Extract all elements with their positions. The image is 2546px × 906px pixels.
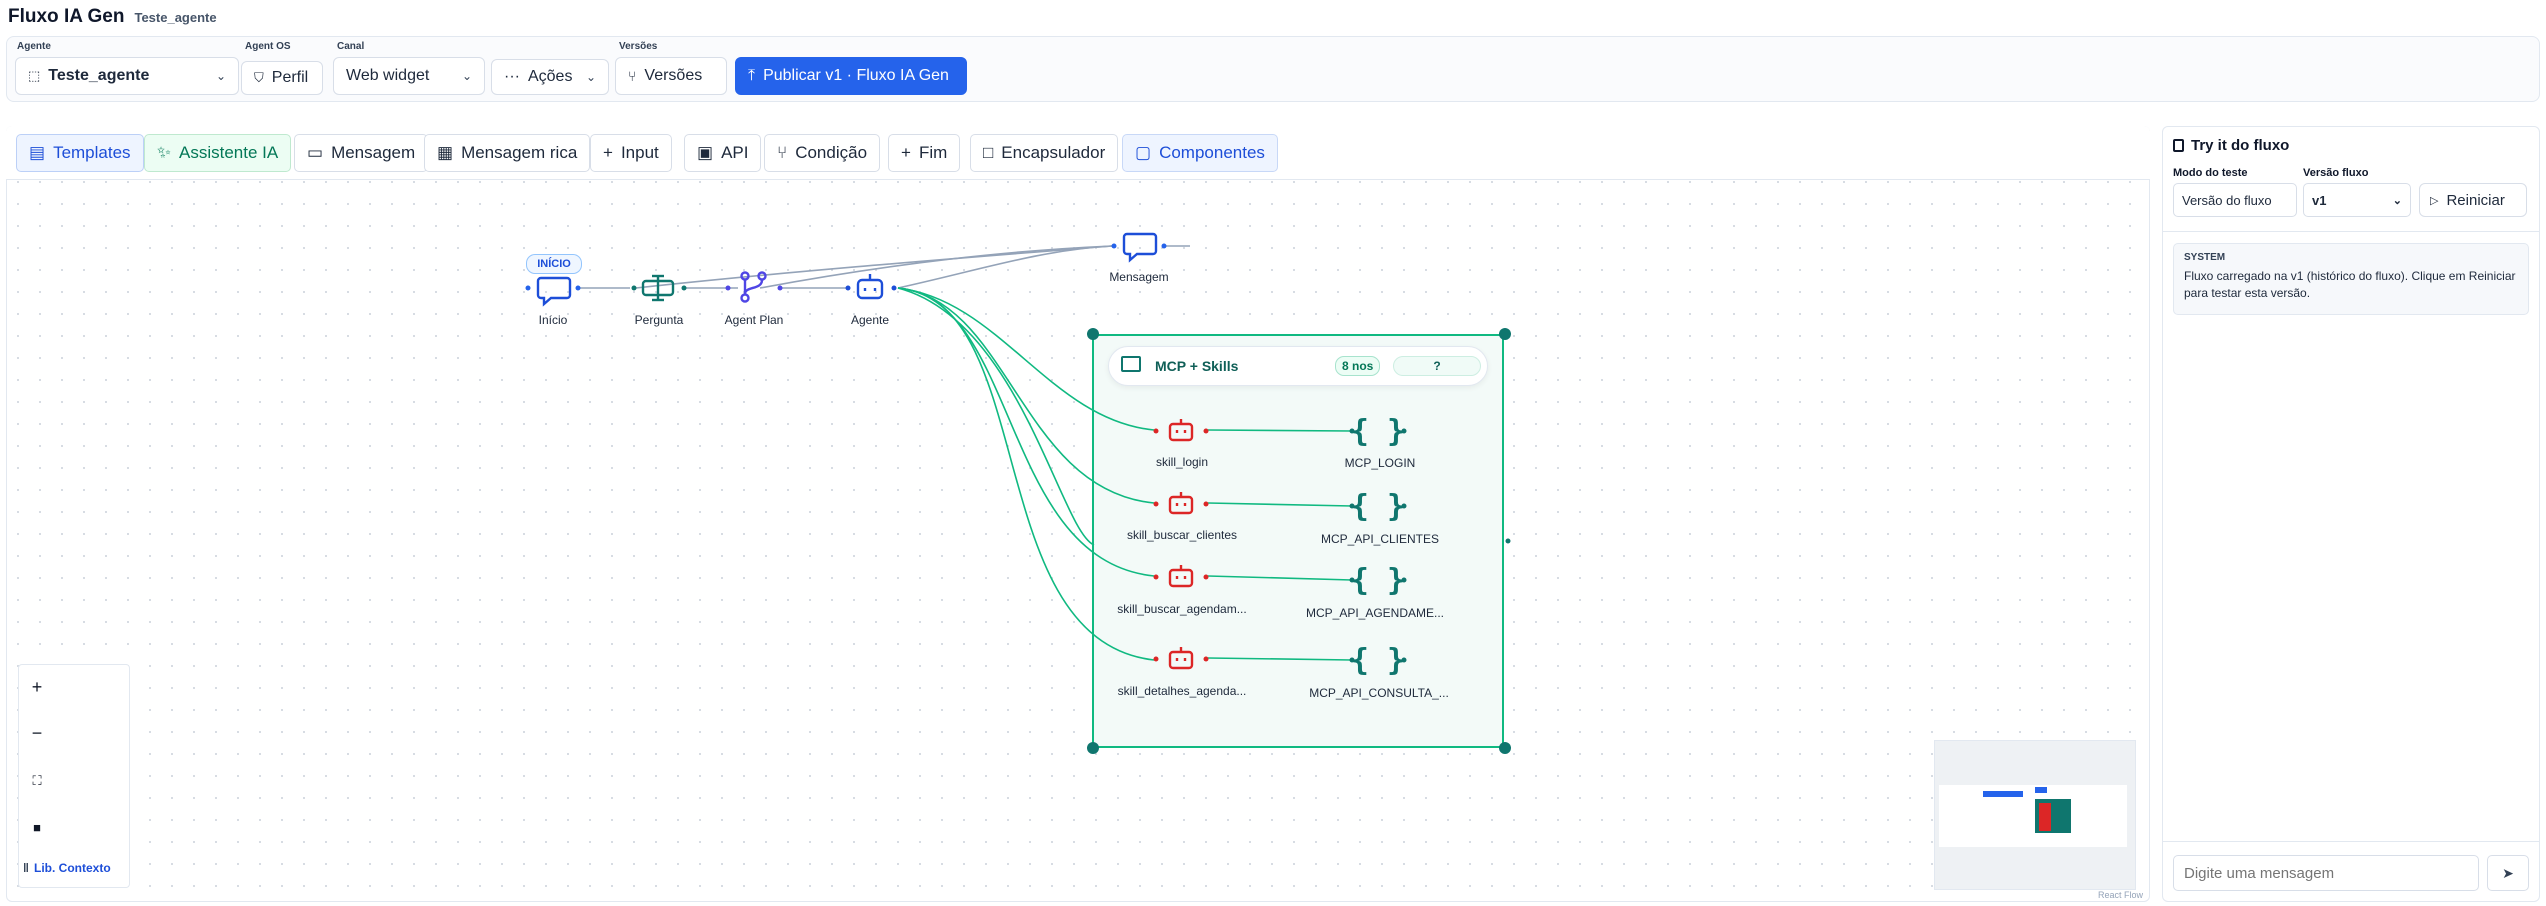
node-mcp[interactable]: MCP_API_CLIENTES (1321, 532, 1439, 546)
message-icon (536, 276, 572, 307)
system-label: SYSTEM (2184, 252, 2226, 263)
edge-agente-group (897, 287, 1095, 546)
minimap-node (2035, 787, 2047, 793)
edge-pergunta-mensagem (635, 245, 1113, 289)
node-pergunta[interactable]: Pergunta (635, 313, 684, 327)
mode-select[interactable]: Versão do fluxo (2173, 183, 2297, 217)
braces-icon: { } (1351, 563, 1405, 598)
minimap-node (1983, 791, 2023, 797)
zoom-out-button[interactable]: − (27, 723, 47, 743)
minimap-viewport (1939, 785, 2127, 847)
robot-icon (1168, 647, 1194, 670)
node-mcp[interactable]: MCP_API_AGENDAME... (1306, 606, 1444, 620)
context-library-label: Lib. Contexto (33, 861, 111, 875)
edge-agente-skill-agendamentos (897, 287, 1155, 577)
robot-icon (1168, 565, 1194, 588)
restart-button[interactable]: ▷ Reiniciar (2419, 183, 2527, 217)
fit-view-button[interactable]: ⛶ (27, 771, 47, 791)
divider (2163, 231, 2539, 232)
node-skill[interactable]: skill_detalhes_agenda... (1118, 684, 1247, 698)
message-icon (1122, 232, 1158, 263)
node-inicio[interactable]: Início (539, 313, 568, 327)
play-icon: ▷ (2430, 194, 2439, 207)
node-mcp[interactable]: MCP_LOGIN (1345, 456, 1416, 470)
edge-agente-mensagem (897, 245, 1113, 289)
resize-handle (1087, 742, 1099, 754)
minimap-node (2039, 803, 2051, 831)
node-skill[interactable]: skill_buscar_agendam... (1117, 602, 1246, 616)
edge-agente-skill-detalhes (897, 287, 1155, 661)
node-mcp[interactable]: MCP_API_CONSULTA_... (1309, 686, 1449, 700)
send-button[interactable]: ➤ (2487, 855, 2529, 891)
minimap[interactable] (1934, 740, 2136, 890)
resize-handle (1087, 328, 1099, 340)
mode-value: Versão do fluxo (2182, 192, 2272, 208)
try-it-title: Try it do fluxo (2191, 137, 2290, 154)
group-handle (1505, 538, 1511, 544)
edge-skill-mcp-consulta (1207, 657, 1353, 661)
robot-icon (1168, 419, 1194, 442)
robot-icon (856, 274, 884, 300)
node-skill[interactable]: skill_login (1156, 455, 1208, 469)
edge-skill-mcp-clientes (1207, 502, 1353, 507)
node-agent-plan[interactable]: Agent Plan (725, 313, 784, 327)
version-value: v1 (2312, 192, 2327, 208)
try-it-panel: Try it do fluxo Modo do teste Versão do … (2162, 126, 2540, 902)
message-input[interactable] (2173, 855, 2479, 891)
canvas-controls: + − ⛶ ■ ‖ Lib. Contexto (18, 664, 130, 888)
braces-icon: { } (1351, 414, 1405, 449)
resize-handle (1499, 328, 1511, 340)
braces-icon: { } (1351, 643, 1405, 678)
resize-handle (1499, 742, 1511, 754)
node-agente[interactable]: Agente (851, 313, 889, 327)
edge-agente-skill-clientes (897, 287, 1155, 504)
version-label: Versão fluxo (2303, 167, 2369, 179)
restart-label: Reiniciar (2446, 191, 2505, 209)
start-badge: INÍCIO (526, 254, 582, 274)
edge-skill-mcp-agendamentos (1207, 575, 1353, 581)
system-text: Fluxo carregado na v1 (histórico do flux… (2184, 269, 2516, 300)
library-icon: ‖ (23, 861, 29, 875)
react-flow-attribution[interactable]: React Flow (2098, 890, 2143, 900)
divider (2163, 841, 2539, 842)
version-select[interactable]: v1 ⌄ (2303, 183, 2411, 217)
chevron-down-icon: ⌄ (2392, 194, 2402, 207)
context-library-button[interactable]: ‖ Lib. Contexto (23, 861, 111, 875)
node-mensagem[interactable]: Mensagem (1109, 270, 1168, 284)
zoom-in-button[interactable]: + (27, 677, 47, 697)
lock-button[interactable]: ■ (27, 817, 47, 837)
send-icon: ➤ (2502, 864, 2514, 881)
mode-label: Modo do teste (2173, 167, 2248, 179)
system-message: SYSTEM Fluxo carregado na v1 (histórico … (2173, 243, 2529, 315)
edge-skill-mcp-login (1207, 429, 1353, 432)
robot-icon (1168, 492, 1194, 515)
document-icon (2173, 139, 2184, 152)
input-cursor-icon (641, 274, 675, 302)
try-it-header: Try it do fluxo (2173, 137, 2289, 154)
node-skill[interactable]: skill_buscar_clientes (1127, 528, 1237, 542)
braces-icon: { } (1351, 489, 1405, 524)
